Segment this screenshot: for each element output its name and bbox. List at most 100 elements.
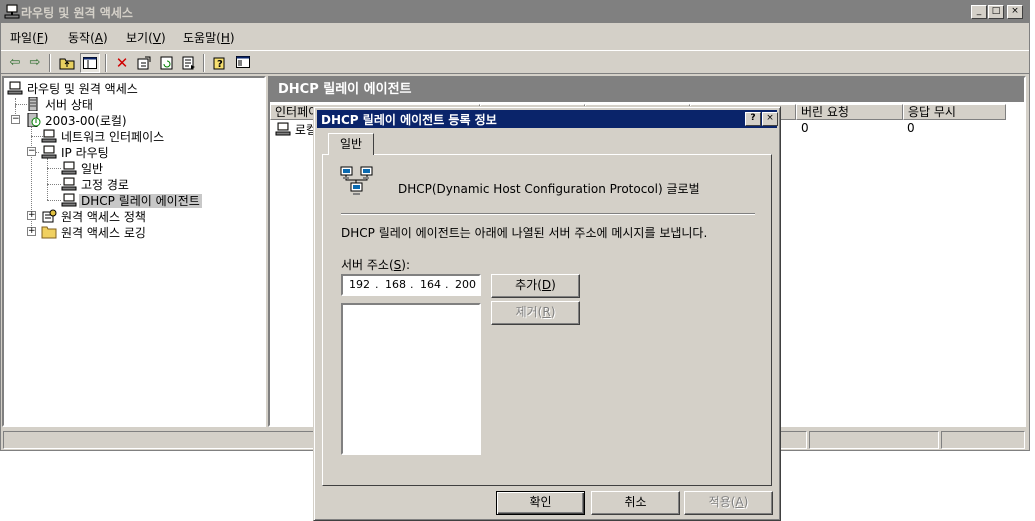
general-icon: [61, 161, 77, 175]
main-titlebar[interactable]: 라우팅 및 원격 액세스 _ □ ×: [1, 1, 1029, 23]
console-tree[interactable]: 라우팅 및 원격 액세스 서버 상태 − 2003-00(로컬) 네트워크 인터…: [2, 76, 266, 427]
ip-octet-2[interactable]: 168: [385, 276, 406, 294]
routing-icon: [7, 81, 23, 95]
ok-button[interactable]: 확인: [496, 491, 585, 515]
status-panel: [809, 431, 939, 449]
tree-line: [47, 168, 61, 169]
tree-line: [47, 184, 61, 185]
server-address-label: 서버 주소(S):: [341, 258, 411, 272]
expand-collapse-toggle[interactable]: −: [27, 147, 36, 156]
tree-server-status-label: 서버 상태: [45, 98, 93, 112]
forward-icon[interactable]: ⇨: [25, 53, 45, 73]
tree-network-interfaces-label: 네트워크 인터페이스: [61, 130, 165, 144]
dialog-description: DHCP 릴레이 에이전트는 아래에 나열된 서버 주소에 메시지를 보냅니다.: [341, 226, 708, 240]
dialog-help-button[interactable]: ?: [745, 112, 761, 126]
expand-collapse-toggle[interactable]: +: [27, 211, 36, 220]
menu-help[interactable]: 도움말(H): [183, 29, 235, 46]
cancel-button[interactable]: 취소: [591, 491, 680, 515]
toolbar: ⇦ ⇨ ✕ ?: [1, 50, 1029, 74]
up-folder-icon[interactable]: [57, 53, 77, 73]
server-address-list[interactable]: [341, 303, 481, 455]
tree-server[interactable]: 2003-00(로컬): [25, 113, 129, 129]
folder-icon: [41, 226, 57, 239]
separator: [341, 213, 755, 215]
expand-collapse-toggle[interactable]: −: [11, 115, 20, 124]
tab-general[interactable]: 일반: [328, 133, 374, 155]
dhcp-relay-properties-dialog: DHCP 릴레이 에이전트 등록 정보 ? × 일반 DHCP(Dynamic …: [313, 106, 781, 521]
tree-root[interactable]: 라우팅 및 원격 액세스: [7, 81, 140, 97]
tree-ip-routing-label: IP 라우팅: [61, 146, 109, 160]
tree-line: [47, 200, 61, 201]
ip-dot: .: [375, 278, 379, 291]
dialog-titlebar[interactable]: DHCP 릴레이 에이전트 등록 정보 ? ×: [317, 110, 778, 128]
mmc-icon[interactable]: [233, 53, 253, 73]
minimize-button[interactable]: _: [971, 5, 987, 19]
tree-static-routes-label: 고정 경로: [81, 178, 129, 192]
menu-view[interactable]: 보기(V): [126, 29, 166, 46]
toolbar-separator: [203, 54, 205, 72]
ip-octet-1[interactable]: 192: [349, 276, 370, 294]
tree-remote-access-policy-label: 원격 액세스 정책: [61, 210, 146, 224]
menu-file[interactable]: 파일(F): [10, 29, 48, 46]
dhcp-relay-icon: [61, 193, 77, 207]
refresh-icon[interactable]: [157, 53, 177, 73]
dialog-close-button[interactable]: ×: [762, 112, 778, 126]
server-icon: [27, 113, 41, 127]
col-dropped-requests[interactable]: 버린 요청: [796, 104, 903, 120]
back-icon[interactable]: ⇦: [5, 53, 25, 73]
maximize-button[interactable]: □: [988, 5, 1004, 19]
main-title: 라우팅 및 원격 액세스: [21, 6, 133, 20]
tree-remote-access-policy[interactable]: 원격 액세스 정책: [41, 209, 148, 225]
ip-dot: .: [410, 278, 414, 291]
row-ignored-responses: 0: [907, 121, 915, 135]
tree-server-status[interactable]: 서버 상태: [25, 97, 95, 113]
routing-app-icon: [4, 4, 20, 19]
remove-button[interactable]: 제거(R): [491, 301, 580, 325]
tree-static-routes[interactable]: 고정 경로: [61, 177, 131, 193]
menubar: 파일(F) 동작(A) 보기(V) 도움말(H): [1, 26, 1029, 48]
static-routes-icon: [61, 177, 77, 191]
ip-octet-3[interactable]: 164: [420, 276, 441, 294]
server-status-icon: [28, 97, 38, 111]
table-row[interactable]: 로컬: [275, 121, 317, 138]
dhcp-network-icon: [340, 166, 373, 195]
add-button[interactable]: 추가(D): [491, 274, 580, 298]
ip-routing-icon: [41, 145, 57, 159]
server-ip-input[interactable]: 192 . 168 . 164 . 200: [341, 274, 481, 296]
ip-octet-4[interactable]: 200: [455, 276, 476, 294]
close-button[interactable]: ×: [1007, 5, 1023, 19]
tree-dhcp-relay[interactable]: DHCP 릴레이 에이전트: [61, 193, 202, 209]
dialog-title: DHCP 릴레이 에이전트 등록 정보: [321, 113, 497, 127]
properties-icon[interactable]: [134, 53, 154, 73]
row-dropped-requests: 0: [801, 121, 809, 135]
delete-icon[interactable]: ✕: [112, 53, 132, 73]
details-header: DHCP 릴레이 에이전트: [270, 78, 1024, 102]
interface-icon: [275, 122, 291, 136]
apply-button[interactable]: 적용(A): [684, 491, 773, 515]
tree-remote-access-logging-label: 원격 액세스 로깅: [61, 226, 146, 240]
tree-network-interfaces[interactable]: 네트워크 인터페이스: [41, 129, 166, 145]
export-list-icon[interactable]: [179, 53, 199, 73]
svg-text:?: ?: [217, 59, 223, 70]
tree-general[interactable]: 일반: [61, 161, 105, 177]
status-panel: [941, 431, 1025, 449]
toolbar-separator: [49, 54, 51, 72]
tree-ip-routing[interactable]: IP 라우팅: [41, 145, 111, 161]
policy-icon: [42, 209, 57, 223]
help-icon[interactable]: ?: [210, 53, 230, 73]
menu-action[interactable]: 동작(A): [68, 29, 108, 46]
expand-collapse-toggle[interactable]: +: [27, 227, 36, 236]
tree-general-label: 일반: [81, 162, 104, 176]
show-tree-icon[interactable]: [80, 53, 100, 73]
tab-page: DHCP(Dynamic Host Configuration Protocol…: [322, 154, 772, 486]
tree-server-label: 2003-00(로컬): [45, 114, 127, 128]
network-interfaces-icon: [41, 129, 57, 143]
tree-root-label: 라우팅 및 원격 액세스: [27, 82, 138, 96]
toolbar-separator: [105, 54, 107, 72]
tree-remote-access-logging[interactable]: 원격 액세스 로깅: [41, 225, 148, 241]
col-ignored-responses[interactable]: 응답 무시: [903, 104, 1006, 120]
tree-dhcp-relay-label: DHCP 릴레이 에이전트: [79, 194, 202, 208]
tree-line: [47, 158, 48, 200]
dialog-heading: DHCP(Dynamic Host Configuration Protocol…: [398, 182, 700, 196]
ip-dot: .: [445, 278, 449, 291]
